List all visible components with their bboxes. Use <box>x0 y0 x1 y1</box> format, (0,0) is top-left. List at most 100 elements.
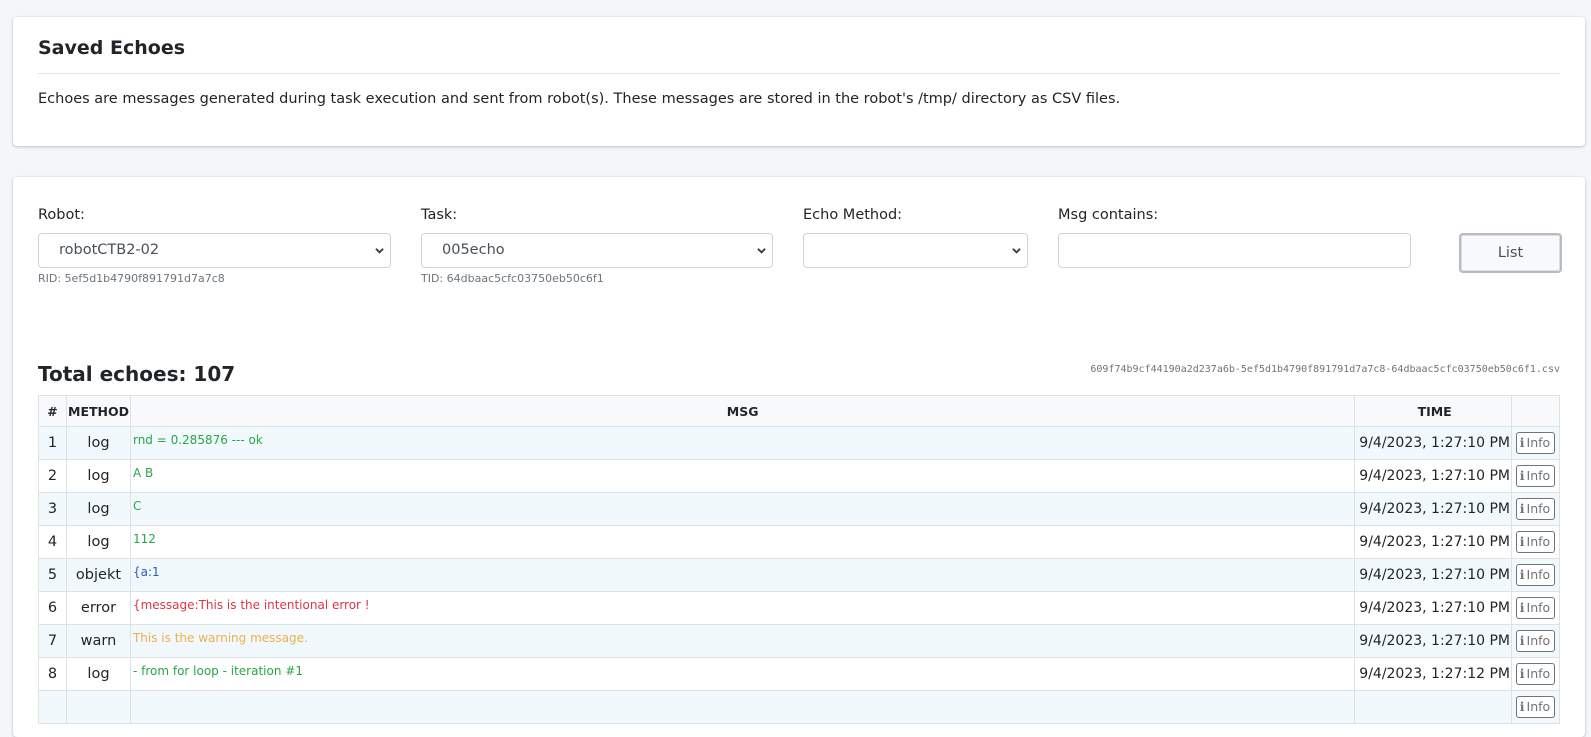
row-info-cell: i Info <box>1511 426 1560 460</box>
row-method: log <box>66 525 131 559</box>
info-button-label: Info <box>1526 633 1551 648</box>
info-icon: i <box>1519 501 1525 516</box>
row-num: 2 <box>38 459 67 493</box>
robot-id-hint: RID: 5ef5d1b4790f891791d7a7c8 <box>38 272 225 285</box>
task-id-hint: TID: 64dbaac5cfc03750eb50c6f1 <box>421 272 604 285</box>
info-button-label: Info <box>1526 567 1551 582</box>
table-row: 3 log C 9/4/2023, 1:27:10 PM i Info <box>38 492 1560 526</box>
info-button[interactable]: i Info <box>1515 696 1556 718</box>
total-echoes: Total echoes: 107 <box>38 362 236 386</box>
list-button[interactable]: List <box>1459 233 1562 273</box>
table-row: 5 objekt {a:1 9/4/2023, 1:27:10 PM i Info <box>38 558 1560 592</box>
info-button[interactable]: i Info <box>1515 630 1556 652</box>
row-method: log <box>66 459 131 493</box>
task-field: Task: 005echo TID: 64dbaac5cfc03750eb50c… <box>421 207 773 285</box>
robot-label: Robot: <box>38 207 85 223</box>
info-button[interactable]: i Info <box>1515 432 1556 454</box>
echoes-table: # METHOD MSG TIME 1 log rnd = 0.285876 -… <box>38 395 1560 724</box>
row-method <box>66 690 131 724</box>
info-icon: i <box>1519 468 1525 483</box>
info-button-label: Info <box>1526 435 1551 450</box>
header-num: # <box>38 395 67 427</box>
table-row: 6 error {message:This is the intentional… <box>38 591 1560 625</box>
info-button-label: Info <box>1526 501 1551 516</box>
csv-filename: 609f74b9cf44190a2d237a6b-5ef5d1b4790f891… <box>1090 364 1560 375</box>
info-button-label: Info <box>1526 699 1551 714</box>
row-num: 5 <box>38 558 67 592</box>
table-row: i Info <box>38 690 1560 724</box>
info-button-label: Info <box>1526 468 1551 483</box>
row-info-cell: i Info <box>1511 624 1560 658</box>
table-row: 8 log - from for loop - iteration #1 9/4… <box>38 657 1560 691</box>
row-time: 9/4/2023, 1:27:10 PM <box>1354 558 1512 592</box>
row-num: 4 <box>38 525 67 559</box>
echo-method-field: Echo Method: <box>803 207 1028 268</box>
task-select-value: 005echo <box>442 242 505 258</box>
row-num: 7 <box>38 624 67 658</box>
robot-field: Robot: robotCTB2-02 RID: 5ef5d1b4790f891… <box>38 207 391 285</box>
page-title: Saved Echoes <box>38 37 186 59</box>
header-method: METHOD <box>66 395 131 427</box>
row-time: 9/4/2023, 1:27:10 PM <box>1354 525 1512 559</box>
echo-method-select[interactable] <box>803 233 1028 268</box>
row-time: 9/4/2023, 1:27:10 PM <box>1354 624 1512 658</box>
echo-method-label: Echo Method: <box>803 207 903 223</box>
msg-contains-input[interactable] <box>1058 233 1411 268</box>
row-method: log <box>66 426 131 460</box>
row-info-cell: i Info <box>1511 558 1560 592</box>
table-row: 1 log rnd = 0.285876 --- ok 9/4/2023, 1:… <box>38 426 1560 460</box>
info-button[interactable]: i Info <box>1515 564 1556 586</box>
info-button-label: Info <box>1526 666 1551 681</box>
row-info-cell: i Info <box>1511 657 1560 691</box>
info-card: Saved Echoes Echoes are messages generat… <box>13 17 1585 146</box>
info-icon: i <box>1519 435 1525 450</box>
chevron-down-icon <box>375 248 384 254</box>
robot-select[interactable]: robotCTB2-02 <box>38 233 391 268</box>
row-time: 9/4/2023, 1:27:10 PM <box>1354 459 1512 493</box>
info-button-label: Info <box>1526 600 1551 615</box>
table-header-row: # METHOD MSG TIME <box>38 395 1560 427</box>
row-num: 8 <box>38 657 67 691</box>
row-method: log <box>66 492 131 526</box>
row-info-cell: i Info <box>1511 591 1560 625</box>
row-method: log <box>66 657 131 691</box>
row-num: 3 <box>38 492 67 526</box>
task-select[interactable]: 005echo <box>421 233 773 268</box>
row-msg: 112 <box>129 525 1356 559</box>
row-time: 9/4/2023, 1:27:10 PM <box>1354 426 1512 460</box>
row-msg: C <box>129 492 1356 526</box>
info-button[interactable]: i Info <box>1515 663 1556 685</box>
row-msg: {a:1 <box>129 558 1356 592</box>
robot-select-value: robotCTB2-02 <box>59 242 160 258</box>
info-icon: i <box>1519 567 1525 582</box>
row-time: 9/4/2023, 1:27:12 PM <box>1354 657 1512 691</box>
echoes-card: Robot: robotCTB2-02 RID: 5ef5d1b4790f891… <box>13 177 1585 737</box>
row-method: warn <box>66 624 131 658</box>
row-num <box>38 690 67 724</box>
table-row: 4 log 112 9/4/2023, 1:27:10 PM i Info <box>38 525 1560 559</box>
row-msg: - from for loop - iteration #1 <box>129 657 1356 691</box>
page-description: Echoes are messages generated during tas… <box>38 91 1121 107</box>
row-msg: rnd = 0.285876 --- ok <box>129 426 1356 460</box>
row-info-cell: i Info <box>1511 690 1560 724</box>
info-button[interactable]: i Info <box>1515 531 1556 553</box>
row-msg: This is the warning message. <box>129 624 1356 658</box>
info-icon: i <box>1519 600 1525 615</box>
chevron-down-icon <box>757 248 766 254</box>
row-msg: A B <box>129 459 1356 493</box>
info-button-label: Info <box>1526 534 1551 549</box>
info-button[interactable]: i Info <box>1515 498 1556 520</box>
row-msg: {message:This is the intentional error ! <box>129 591 1356 625</box>
table-row: 7 warn This is the warning message. 9/4/… <box>38 624 1560 658</box>
info-icon: i <box>1519 633 1525 648</box>
row-num: 1 <box>38 426 67 460</box>
row-method: error <box>66 591 131 625</box>
info-icon: i <box>1519 699 1525 714</box>
msg-contains-field: Msg contains: <box>1058 207 1411 268</box>
chevron-down-icon <box>1012 248 1021 254</box>
task-label: Task: <box>421 207 458 223</box>
info-button[interactable]: i Info <box>1515 465 1556 487</box>
info-button[interactable]: i Info <box>1515 597 1556 619</box>
row-method: objekt <box>66 558 131 592</box>
row-msg <box>129 690 1356 724</box>
